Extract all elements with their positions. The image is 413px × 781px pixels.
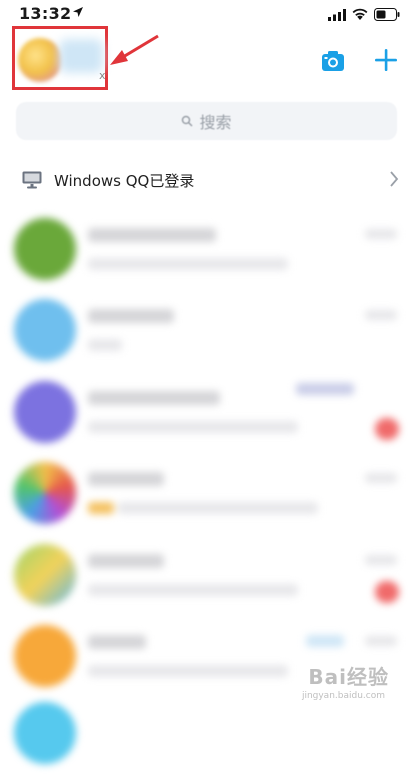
avatar	[14, 218, 76, 280]
search-placeholder: 搜索	[199, 113, 232, 132]
status-time: 13:32	[19, 4, 72, 23]
chevron-right-icon	[390, 171, 399, 187]
list-item[interactable]	[0, 374, 413, 460]
list-item[interactable]	[0, 211, 413, 297]
list-item[interactable]	[0, 695, 413, 781]
battery-icon	[374, 8, 400, 21]
watermark-logo: Bai经验	[308, 665, 389, 689]
unread-badge	[375, 581, 399, 603]
monitor-icon	[22, 171, 42, 189]
chat-list	[0, 205, 413, 764]
avatar	[14, 702, 76, 764]
profile-highlight-box[interactable]: x	[12, 26, 108, 90]
profile-x-mark: x	[99, 69, 106, 82]
cellular-signal-icon	[328, 9, 346, 21]
red-arrow-annotation-icon	[110, 34, 159, 65]
watermark-url: jingyan.baidu.com	[301, 691, 385, 701]
search-bar[interactable]: 搜索	[16, 102, 397, 140]
camera-icon[interactable]	[321, 50, 345, 72]
search-icon	[182, 115, 194, 127]
device-login-text: Windows QQ已登录	[54, 171, 195, 190]
avatar	[14, 381, 76, 443]
unread-badge	[375, 418, 399, 440]
avatar	[14, 462, 76, 524]
plus-icon[interactable]	[374, 48, 398, 72]
location-arrow-icon	[73, 7, 83, 17]
list-item[interactable]	[0, 537, 413, 623]
header: x	[0, 26, 413, 98]
avatar	[14, 625, 76, 687]
list-item[interactable]	[0, 455, 413, 541]
wifi-icon	[352, 8, 368, 20]
avatar	[14, 544, 76, 606]
list-item[interactable]	[0, 292, 413, 378]
blurred-nickname	[59, 39, 103, 73]
avatar	[14, 299, 76, 361]
device-login-notice[interactable]: Windows QQ已登录	[0, 160, 413, 200]
avatar[interactable]	[18, 38, 62, 82]
